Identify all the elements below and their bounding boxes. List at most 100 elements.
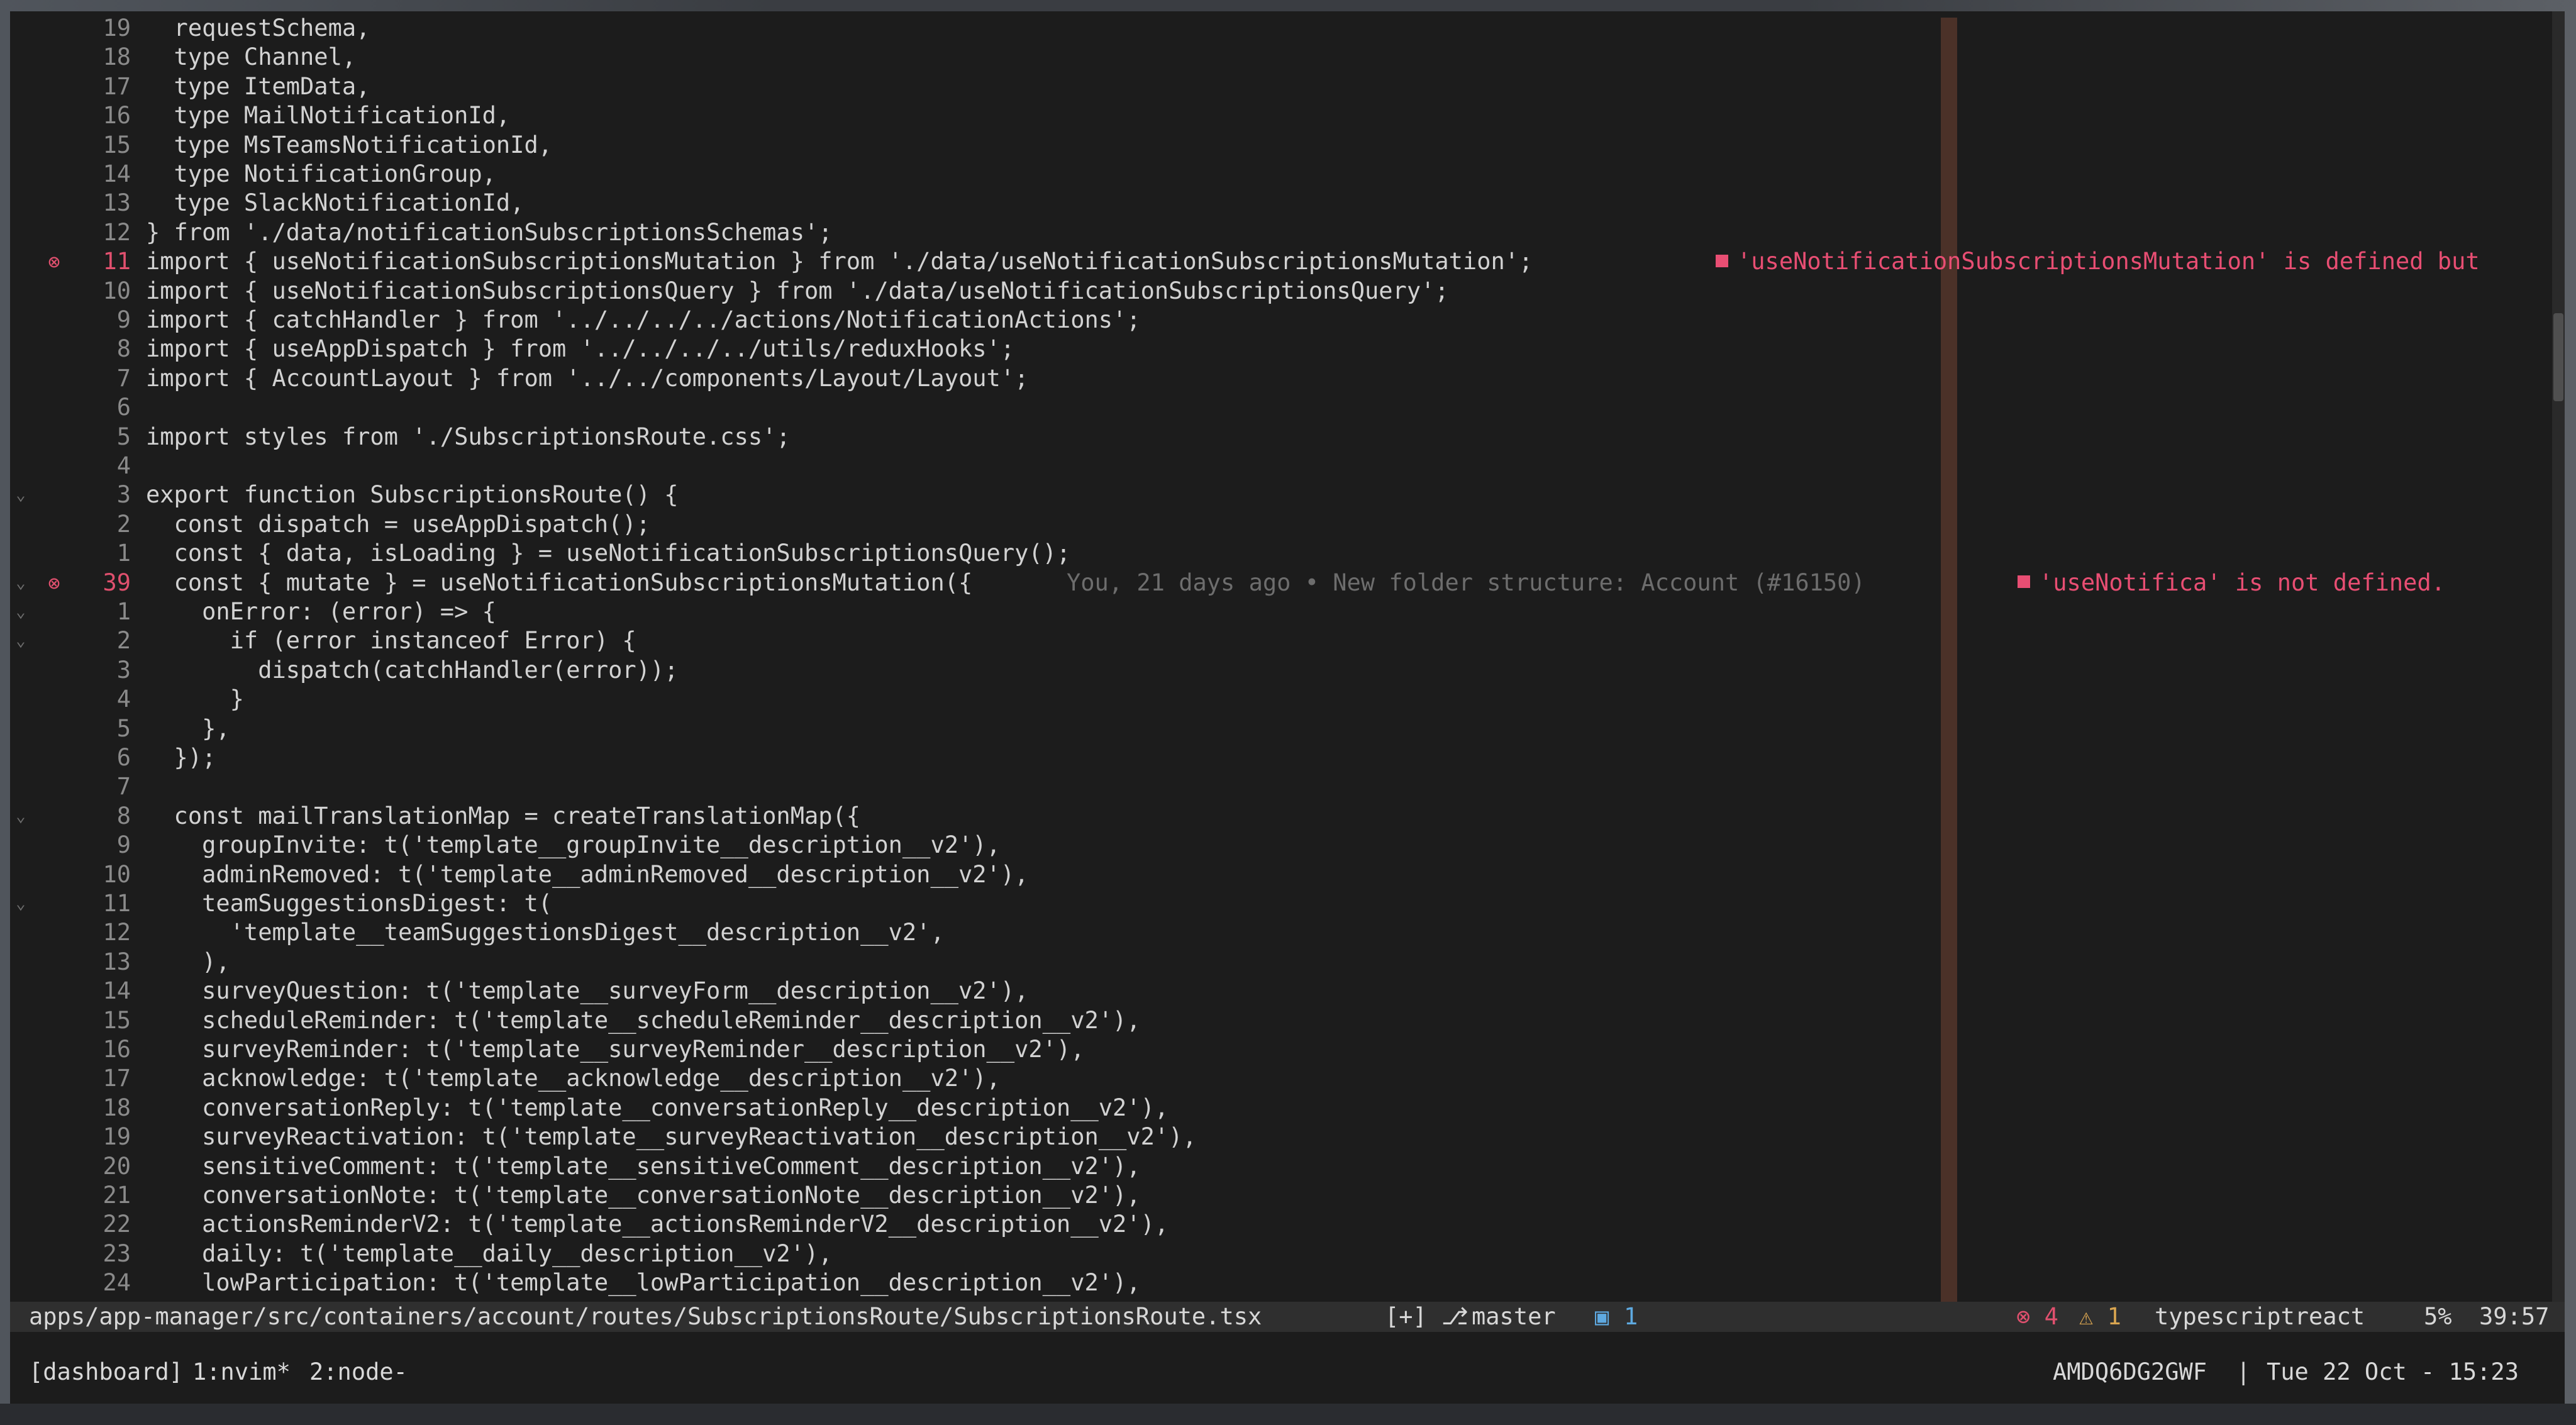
code-line[interactable]: 4 xyxy=(10,452,2565,480)
code-line[interactable]: 7 import { AccountLayout } from '../../co… xyxy=(10,364,2565,393)
warning-count-badge[interactable]: ⚠ 1 xyxy=(2079,1302,2121,1332)
code-text[interactable]: } xyxy=(146,685,244,714)
error-sign-icon[interactable]: ⊗ xyxy=(43,568,65,597)
code-line[interactable]: 6 xyxy=(10,393,2565,422)
code-text[interactable]: dispatch(catchHandler(error)); xyxy=(146,656,678,685)
code-line[interactable]: 10 import { useNotificationSubscriptionsQ… xyxy=(10,277,2565,306)
code-text[interactable]: lowParticipation: t('template__lowPartic… xyxy=(146,1268,1141,1297)
code-text[interactable]: type SlackNotificationId, xyxy=(146,189,525,218)
code-line[interactable]: 14 surveyQuestion: t('template__surveyFo… xyxy=(10,977,2565,1006)
scrollbar[interactable] xyxy=(2552,11,2565,1302)
file-path[interactable]: apps/app-manager/src/containers/account/… xyxy=(29,1302,1262,1332)
code-text[interactable]: import styles from './SubscriptionsRoute… xyxy=(146,423,791,452)
code-line[interactable]: 14 type NotificationGroup, xyxy=(10,160,2565,189)
tmux-window-1[interactable]: 1:nvim* xyxy=(192,1356,291,1389)
code-text[interactable]: sensitiveComment: t('template__sensitive… xyxy=(146,1152,1141,1181)
code-text[interactable]: import { catchHandler } from '../../../.… xyxy=(146,306,1141,335)
code-text[interactable]: actionsReminderV2: t('template__actionsR… xyxy=(146,1210,1169,1239)
code-text[interactable]: import { useAppDispatch } from '../../..… xyxy=(146,335,1014,363)
code-line[interactable]: 4 } xyxy=(10,685,2565,714)
error-sign-icon[interactable]: ⊗ xyxy=(43,247,65,276)
code-line[interactable]: ⌄ 11 teamSuggestionsDigest: t( xyxy=(10,889,2565,918)
code-text[interactable]: type Channel, xyxy=(146,43,357,72)
code-text[interactable]: acknowledge: t('template__acknowledge__d… xyxy=(146,1064,1001,1093)
code-line[interactable]: ⌄ ⊗ 39 const { mutate } = useNotificationS… xyxy=(10,568,2565,597)
code-text[interactable]: type ItemData, xyxy=(146,72,370,101)
code-text[interactable]: const { mutate } = useNotificationSubscr… xyxy=(146,568,973,597)
code-text[interactable]: teamSuggestionsDigest: t( xyxy=(146,889,552,918)
code-text[interactable]: 'template__teamSuggestionsDigest__descri… xyxy=(146,918,945,947)
code-text[interactable]: if (error instanceof Error) { xyxy=(146,626,636,655)
code-line[interactable]: 16 surveyReminder: t('template__surveyRe… xyxy=(10,1035,2565,1064)
code-editor[interactable]: 19 requestSchema, 18 type Channel, 17 type… xyxy=(10,11,2565,1302)
code-text[interactable]: surveyReactivation: t('template__surveyR… xyxy=(146,1123,1197,1151)
error-count-badge[interactable]: ⊗ 4 xyxy=(2016,1302,2058,1332)
code-line[interactable]: 2 const dispatch = useAppDispatch(); xyxy=(10,510,2565,539)
code-line[interactable]: 15 scheduleReminder: t('template__schedu… xyxy=(10,1006,2565,1035)
code-text[interactable]: const dispatch = useAppDispatch(); xyxy=(146,510,650,539)
code-text[interactable]: }); xyxy=(146,743,216,772)
code-text[interactable]: groupInvite: t('template__groupInvite__d… xyxy=(146,831,1001,860)
code-line[interactable]: 18 conversationReply: t('template__conve… xyxy=(10,1094,2565,1123)
git-branch[interactable]: master xyxy=(1472,1302,1556,1332)
code-line[interactable]: 5 }, xyxy=(10,714,2565,743)
code-text[interactable]: import { useNotificationSubscriptionsMut… xyxy=(146,247,1533,276)
tmux-session[interactable]: [dashboard] xyxy=(29,1356,183,1389)
fold-chevron-icon[interactable]: ⌄ xyxy=(11,889,30,918)
fold-chevron-icon[interactable]: ⌄ xyxy=(11,480,30,509)
code-text[interactable]: import { AccountLayout } from '../../com… xyxy=(146,364,1028,393)
fold-chevron-icon[interactable]: ⌄ xyxy=(11,802,30,831)
code-text[interactable]: const { data, isLoading } = useNotificat… xyxy=(146,539,1071,568)
code-line[interactable]: 10 adminRemoved: t('template__adminRemov… xyxy=(10,860,2565,889)
code-text[interactable]: conversationNote: t('template__conversat… xyxy=(146,1181,1141,1210)
code-text[interactable]: }, xyxy=(146,714,230,743)
diagnostic-message[interactable]: 'useNotificationSubscriptionsMutation' i… xyxy=(1716,247,2480,276)
code-line[interactable]: ⌄ 3 export function SubscriptionsRoute() { xyxy=(10,480,2565,509)
code-line[interactable]: 7 xyxy=(10,772,2565,801)
code-text[interactable]: daily: t('template__daily__description__… xyxy=(146,1239,832,1268)
code-text[interactable]: type NotificationGroup, xyxy=(146,160,496,189)
code-line[interactable]: ⌄ 8 const mailTranslationMap = createTran… xyxy=(10,802,2565,831)
diagnostic-message[interactable]: 'useNotifica' is not defined. xyxy=(2018,568,2445,597)
code-text[interactable]: export function SubscriptionsRoute() { xyxy=(146,480,678,509)
code-line[interactable]: ⌄ 2 if (error instanceof Error) { xyxy=(10,626,2565,655)
fold-chevron-icon[interactable]: ⌄ xyxy=(11,597,30,626)
code-line[interactable]: 23 daily: t('template__daily__descriptio… xyxy=(10,1239,2565,1268)
fold-chevron-icon[interactable]: ⌄ xyxy=(11,568,30,597)
code-text[interactable]: adminRemoved: t('template__adminRemoved_… xyxy=(146,860,1028,889)
code-text[interactable]: onError: (error) => { xyxy=(146,597,496,626)
code-line[interactable]: 20 sensitiveComment: t('template__sensit… xyxy=(10,1152,2565,1181)
code-text[interactable]: import { useNotificationSubscriptionsQue… xyxy=(146,277,1449,306)
code-line[interactable]: 1 const { data, isLoading } = useNotific… xyxy=(10,539,2565,568)
code-line[interactable]: 13 ), xyxy=(10,948,2565,977)
code-text[interactable]: surveyQuestion: t('template__surveyForm_… xyxy=(146,977,1028,1006)
code-line[interactable]: ⌄ 1 onError: (error) => { xyxy=(10,597,2565,626)
tmux-window-2[interactable]: 2:node- xyxy=(309,1356,408,1389)
code-line[interactable]: 24 lowParticipation: t('template__lowPar… xyxy=(10,1268,2565,1297)
code-line[interactable]: 21 conversationNote: t('template__conver… xyxy=(10,1181,2565,1210)
code-line[interactable]: 19 surveyReactivation: t('template__surv… xyxy=(10,1123,2565,1151)
code-text[interactable]: const mailTranslationMap = createTransla… xyxy=(146,802,861,831)
scrollbar-thumb[interactable] xyxy=(2553,313,2563,401)
code-text[interactable]: ), xyxy=(146,948,230,977)
code-line[interactable]: 19 requestSchema, xyxy=(10,14,2565,43)
code-text[interactable]: type MsTeamsNotificationId, xyxy=(146,131,552,160)
fold-chevron-icon[interactable]: ⌄ xyxy=(11,626,30,655)
code-line[interactable]: 12 'template__teamSuggestionsDigest__des… xyxy=(10,918,2565,947)
code-line[interactable]: 17 type ItemData, xyxy=(10,72,2565,101)
code-line[interactable]: 9 groupInvite: t('template__groupInvite_… xyxy=(10,831,2565,860)
code-text[interactable]: conversationReply: t('template__conversa… xyxy=(146,1094,1169,1123)
code-line[interactable]: 12} from './data/notificationSubscriptio… xyxy=(10,218,2565,247)
code-line[interactable]: 17 acknowledge: t('template__acknowledge… xyxy=(10,1064,2565,1093)
code-line[interactable]: 18 type Channel, xyxy=(10,43,2565,72)
code-line[interactable]: 5 import styles from './SubscriptionsRout… xyxy=(10,423,2565,452)
terminal-window[interactable]: 19 requestSchema, 18 type Channel, 17 type… xyxy=(10,11,2565,1404)
code-text[interactable]: surveyReminder: t('template__surveyRemin… xyxy=(146,1035,1084,1064)
code-line[interactable]: 16 type MailNotificationId, xyxy=(10,101,2565,130)
code-line[interactable]: 8 import { useAppDispatch } from '../../.… xyxy=(10,335,2565,363)
code-line[interactable]: 9 import { catchHandler } from '../../../… xyxy=(10,306,2565,335)
code-line[interactable]: 6 }); xyxy=(10,743,2565,772)
code-line[interactable]: 15 type MsTeamsNotificationId, xyxy=(10,131,2565,160)
code-line[interactable]: 13 type SlackNotificationId, xyxy=(10,189,2565,218)
code-text[interactable]: requestSchema, xyxy=(146,14,370,43)
